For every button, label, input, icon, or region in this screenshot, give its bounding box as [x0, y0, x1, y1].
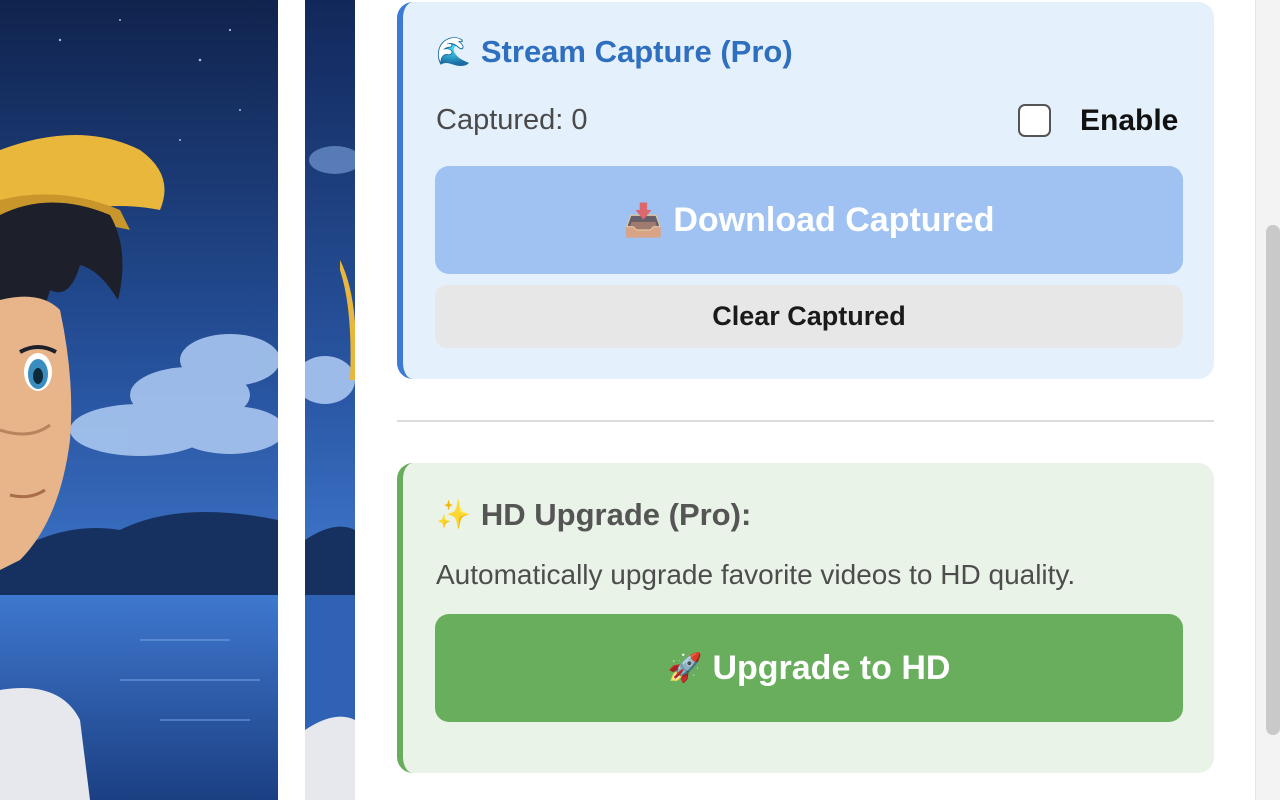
sparkles-icon: ✨	[436, 499, 471, 530]
clear-captured-label: Clear Captured	[712, 301, 906, 331]
video-thumbnail[interactable]	[0, 0, 278, 800]
download-captured-button[interactable]: 📥 Download Captured	[435, 166, 1183, 274]
hd-upgrade-title: ✨ HD Upgrade (Pro):	[436, 497, 751, 533]
scrollbar-thumb[interactable]	[1266, 225, 1280, 735]
enable-label[interactable]: Enable	[1080, 104, 1178, 138]
inbox-tray-icon: 📥	[623, 202, 664, 238]
clear-captured-button[interactable]: Clear Captured	[435, 285, 1183, 348]
upgrade-to-hd-label: Upgrade to HD	[712, 648, 951, 687]
anime-artwork-image	[305, 0, 355, 800]
wave-icon: 🌊	[436, 36, 471, 67]
rocket-icon: 🚀	[667, 652, 703, 683]
thumbnail-gap	[278, 0, 305, 800]
video-thumbnail-partial[interactable]	[305, 0, 355, 800]
captured-count: Captured: 0	[436, 104, 588, 137]
stream-capture-title: 🌊 Stream Capture (Pro)	[436, 34, 793, 70]
captured-label: Captured:	[436, 104, 564, 136]
captured-count-value: 0	[571, 104, 588, 136]
section-divider	[397, 420, 1214, 422]
download-captured-label: Download Captured	[673, 200, 995, 239]
hd-upgrade-title-text: HD Upgrade (Pro):	[480, 497, 752, 532]
upgrade-to-hd-button[interactable]: 🚀 Upgrade to HD	[435, 614, 1183, 722]
enable-checkbox[interactable]	[1018, 104, 1051, 137]
stream-capture-title-text: Stream Capture (Pro)	[480, 34, 793, 69]
hd-upgrade-description: Automatically upgrade favorite videos to…	[436, 559, 1076, 590]
anime-artwork-image	[0, 0, 278, 800]
screen: 🌊 Stream Capture (Pro) Captured: 0 Enable…	[0, 0, 1280, 800]
